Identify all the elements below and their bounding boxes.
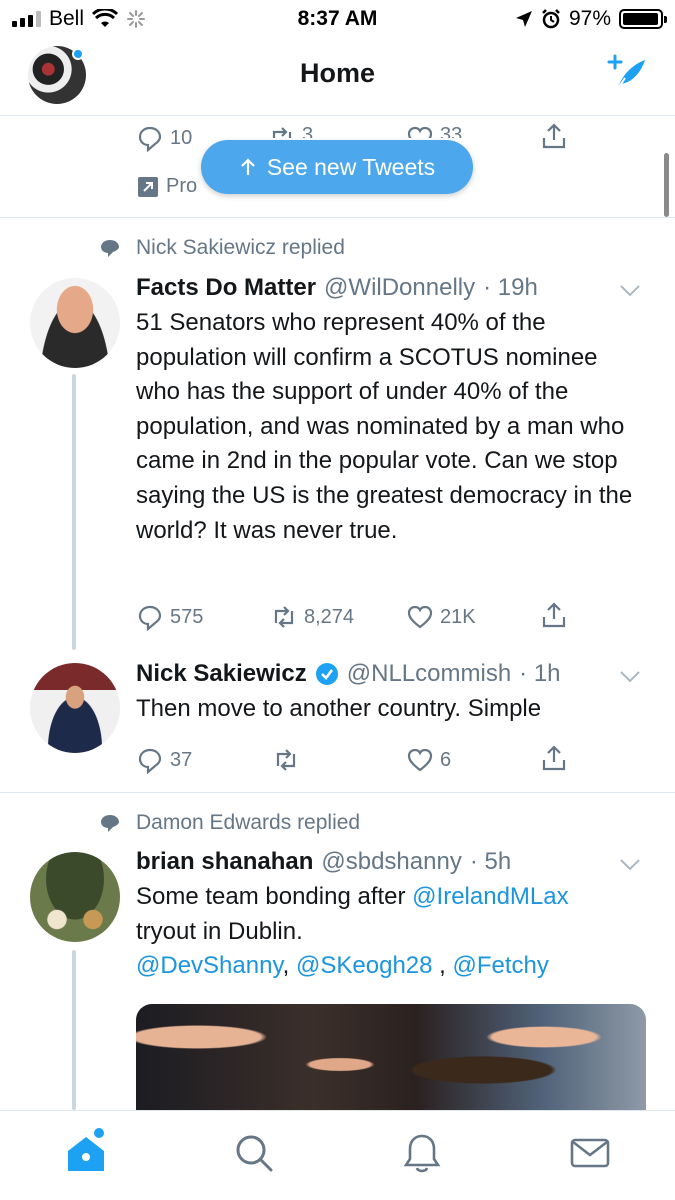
- tab-home[interactable]: [64, 1131, 108, 1175]
- reply-count: 37: [170, 748, 193, 771]
- retweet-button[interactable]: 8,274: [270, 603, 354, 631]
- tab-notifications[interactable]: [400, 1131, 444, 1175]
- mention-link[interactable]: @SKeogh28: [296, 952, 432, 979]
- alarm-icon: [542, 9, 560, 29]
- separator: ,: [432, 952, 453, 980]
- see-new-tweets-button[interactable]: See new Tweets: [201, 140, 473, 194]
- promoted-icon: [138, 176, 158, 197]
- search-icon: [236, 1135, 273, 1172]
- username[interactable]: @sbdshanny: [321, 848, 461, 876]
- tweet-text: Some team bonding after @IrelandMLax try…: [136, 880, 646, 984]
- tweet-author[interactable]: Facts Do Matter @WilDonnelly · 19h: [136, 274, 538, 302]
- avatar[interactable]: [30, 278, 120, 368]
- social-context: Nick Sakiewicz replied: [100, 236, 345, 260]
- display-name[interactable]: Facts Do Matter: [136, 274, 316, 302]
- mention-link[interactable]: @DevShanny: [136, 952, 283, 979]
- chevron-down-icon[interactable]: [619, 670, 641, 684]
- reply-icon: [138, 748, 162, 774]
- battery-icon: [619, 9, 667, 29]
- avatar[interactable]: [30, 663, 120, 753]
- reply-count: 10: [170, 126, 193, 149]
- share-button[interactable]: [540, 601, 568, 629]
- divider: [0, 217, 675, 218]
- thread-line: [72, 374, 76, 650]
- share-icon: [542, 602, 566, 628]
- reply-button[interactable]: 10: [136, 124, 192, 152]
- reply-bubble-icon: [101, 815, 119, 832]
- tab-search[interactable]: [232, 1131, 276, 1175]
- tweet-text: 51 Senators who represent 40% of the pop…: [136, 309, 633, 544]
- like-button[interactable]: 21K: [406, 603, 476, 631]
- mention-link[interactable]: @Fetchy: [453, 952, 549, 979]
- share-button[interactable]: [540, 744, 568, 772]
- compose-tweet-icon[interactable]: [603, 52, 649, 98]
- username[interactable]: @NLLcommish: [347, 660, 511, 688]
- reply-icon: [138, 126, 162, 152]
- reply-button[interactable]: 575: [136, 603, 203, 631]
- location-icon: [515, 11, 532, 27]
- reply-button[interactable]: 37: [136, 746, 192, 774]
- reply-count: 575: [170, 605, 204, 628]
- thread-line: [72, 950, 76, 1110]
- share-icon: [542, 123, 566, 149]
- timestamp[interactable]: · 19h: [483, 274, 538, 302]
- heart-icon: [407, 748, 433, 772]
- like-count: 33: [440, 124, 463, 138]
- like-button[interactable]: 33: [406, 124, 462, 138]
- display-name[interactable]: Nick Sakiewicz: [136, 660, 307, 688]
- like-button[interactable]: 6: [406, 746, 451, 774]
- timestamp[interactable]: · 5h: [470, 848, 511, 876]
- chevron-down-icon[interactable]: [619, 858, 641, 872]
- reply-icon: [138, 605, 162, 631]
- chevron-down-icon[interactable]: [619, 284, 641, 298]
- like-count: 21K: [440, 605, 476, 628]
- promoted-label: Pro: [138, 175, 197, 198]
- see-new-tweets-label: See new Tweets: [266, 153, 436, 180]
- battery-fill: [623, 13, 658, 25]
- tweet-photo[interactable]: [136, 1004, 646, 1114]
- tab-bar: [0, 1110, 675, 1200]
- home-notification-dot: [94, 1128, 104, 1138]
- social-context-text: Damon Edwards replied: [136, 811, 361, 834]
- top-nav: Home: [0, 40, 675, 116]
- tweet-text: Then move to another country. Simple: [136, 695, 542, 722]
- tab-messages[interactable]: [568, 1131, 612, 1175]
- social-context: Damon Edwards replied: [100, 811, 360, 835]
- retweet-icon: [272, 127, 292, 138]
- social-context-text: Nick Sakiewicz replied: [136, 236, 345, 259]
- status-bar: Bell 8:37 AM 97%: [0, 0, 675, 40]
- page-title: Home: [299, 58, 375, 88]
- arrow-up-icon: [241, 158, 255, 175]
- tweet-text-part: tryout in Dublin.: [136, 917, 303, 945]
- promoted-text: Pro: [166, 175, 198, 197]
- reply-bubble-icon: [101, 240, 119, 257]
- heart-icon: [407, 126, 433, 138]
- retweet-count: 3: [302, 124, 314, 138]
- heart-icon: [407, 605, 433, 629]
- display-name[interactable]: brian shanahan: [136, 848, 313, 876]
- like-count: 6: [440, 748, 452, 771]
- home-icon: [68, 1137, 104, 1171]
- separator: ,: [282, 952, 297, 980]
- share-button[interactable]: [540, 122, 568, 150]
- scrollbar[interactable]: [664, 153, 669, 217]
- username[interactable]: @WilDonnelly: [324, 274, 475, 302]
- timestamp[interactable]: · 1h: [519, 660, 560, 688]
- retweet-count: 8,274: [304, 605, 355, 628]
- share-icon: [542, 745, 566, 771]
- notifications-icon: [403, 1134, 441, 1173]
- divider: [0, 792, 675, 793]
- retweet-icon: [276, 749, 296, 771]
- tweet-author[interactable]: Nick Sakiewicz @NLLcommish · 1h: [136, 660, 561, 688]
- avatar[interactable]: [30, 852, 120, 942]
- verified-badge-icon: [315, 663, 338, 685]
- retweet-button[interactable]: 3: [268, 124, 313, 138]
- mention-link[interactable]: @IrelandMLax: [412, 883, 568, 910]
- retweet-button[interactable]: [272, 746, 300, 774]
- tweet-author[interactable]: brian shanahan @sbdshanny · 5h: [136, 848, 511, 876]
- messages-icon: [570, 1138, 610, 1168]
- tweet-text-part: Some team bonding after: [136, 883, 413, 910]
- battery-percent: 97%: [568, 7, 611, 30]
- retweet-icon: [274, 606, 294, 628]
